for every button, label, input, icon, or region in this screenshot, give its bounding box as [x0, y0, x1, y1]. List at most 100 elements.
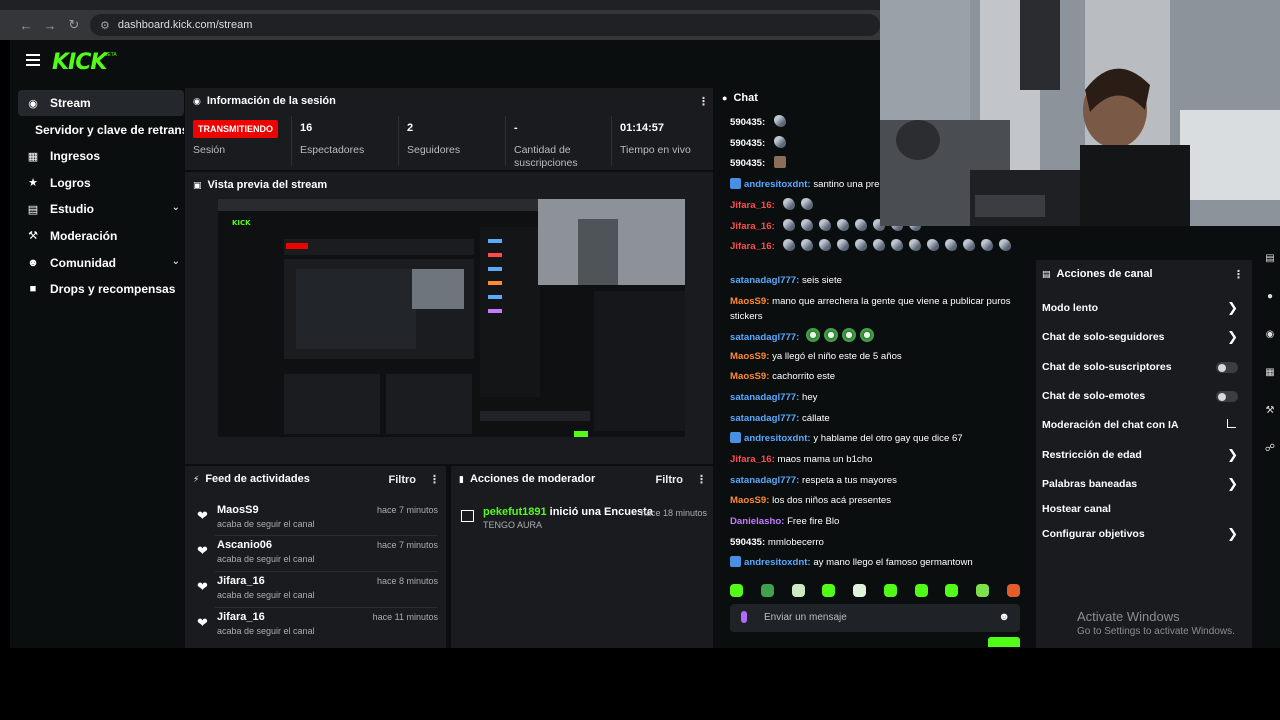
- sidebar-item-stream[interactable]: ◉ Stream: [18, 90, 184, 116]
- chat-username[interactable]: 590435:: [730, 537, 765, 548]
- chat-username[interactable]: andresitoxdnt:: [744, 179, 811, 190]
- layers-icon[interactable]: ▦: [1264, 367, 1276, 379]
- action-label: Modo lento: [1042, 302, 1098, 314]
- mod-user[interactable]: pekefut1891: [483, 506, 547, 518]
- follower-name[interactable]: Ascanio06: [217, 539, 272, 551]
- channel-icon: ▤: [1042, 268, 1051, 279]
- menu-icon[interactable]: [26, 54, 40, 66]
- page-icon[interactable]: ▤: [1264, 253, 1276, 265]
- emotes-only-toggle[interactable]: [1216, 391, 1238, 402]
- panel-title: Chat: [733, 92, 758, 104]
- wrench-icon: ⚒: [28, 230, 38, 243]
- chat-username[interactable]: Jifara_16:: [730, 200, 775, 211]
- sidebar-item-estudio[interactable]: ▤ Estudio ⌄: [18, 196, 184, 222]
- subscribers-only-toggle[interactable]: [1216, 362, 1238, 373]
- chat-username[interactable]: Jifara_16:: [730, 221, 775, 232]
- chat-username[interactable]: satanadagl777:: [730, 332, 799, 343]
- chat-username[interactable]: satanadagl777:: [730, 475, 799, 486]
- sidebar-item-stream-key[interactable]: Servidor y clave de retransmisión: [18, 117, 184, 143]
- mod-filter-button[interactable]: Filtro: [656, 474, 684, 486]
- followers-only-item[interactable]: Chat de solo-seguidores ❯: [1042, 327, 1238, 347]
- activity-desc: acaba de seguir el canal: [217, 519, 315, 529]
- webcam-image: [880, 0, 1280, 226]
- sidebar-item-drops[interactable]: ■ Drops y recompensas: [18, 276, 184, 302]
- chat-username[interactable]: Jifara_16:: [730, 454, 775, 465]
- divider: [611, 116, 612, 166]
- sidebar-item-moderacion[interactable]: ⚒ Moderación: [18, 223, 184, 249]
- kick-logo[interactable]: KICK: [52, 50, 107, 75]
- follower-name[interactable]: MaosS9: [217, 504, 259, 516]
- chat-input[interactable]: Enviar un mensaje ☻: [730, 604, 1020, 632]
- panel-header: ▣ Vista previa del stream: [193, 179, 327, 191]
- divider: [505, 116, 506, 166]
- chat-username[interactable]: Jifara_16:: [730, 241, 775, 252]
- emote-button[interactable]: [853, 584, 867, 597]
- shield-icon: ▮: [459, 473, 464, 484]
- emote-button[interactable]: [791, 584, 805, 597]
- emote-button[interactable]: [945, 584, 959, 597]
- chat-username[interactable]: Danielasho:: [730, 516, 784, 527]
- timestamp: hace 7 minutos: [376, 505, 438, 515]
- emote-button[interactable]: [730, 584, 743, 597]
- chat-username[interactable]: andresitoxdnt:: [744, 433, 811, 444]
- stat-label: Seguidores: [407, 144, 461, 156]
- back-icon[interactable]: ←: [14, 13, 38, 37]
- list-item: ❤ MaosS9 acaba de seguir el canal hace 7…: [193, 502, 438, 536]
- sidebar-item-comunidad[interactable]: ☻ Comunidad ⌄: [18, 250, 184, 276]
- sidebar-item-ingresos[interactable]: ▦ Ingresos: [18, 143, 184, 169]
- emote-button[interactable]: [976, 584, 990, 597]
- broadcast-icon[interactable]: ◉: [1264, 329, 1276, 341]
- more-options-icon[interactable]: ⋮: [698, 95, 709, 108]
- chat-username[interactable]: andresitoxdnt:: [744, 557, 811, 568]
- more-options-icon[interactable]: ⋮: [1233, 268, 1244, 281]
- timestamp: hace 7 minutos: [376, 540, 438, 550]
- send-button[interactable]: [988, 637, 1020, 647]
- chat-username[interactable]: MaosS9:: [730, 371, 769, 382]
- emoji-icon[interactable]: ☻: [998, 611, 1010, 623]
- reload-icon[interactable]: ↻: [62, 13, 86, 37]
- forward-icon[interactable]: →: [38, 13, 62, 37]
- chat-username[interactable]: MaosS9:: [730, 296, 769, 307]
- chat-username[interactable]: 590435:: [730, 117, 765, 128]
- stream-preview-video[interactable]: KICK: [218, 199, 685, 437]
- follower-name[interactable]: Jifara_16: [217, 575, 265, 587]
- action-label: Chat de solo-seguidores: [1042, 331, 1165, 343]
- ai-moderation-item[interactable]: Moderación del chat con IA: [1042, 415, 1238, 435]
- more-options-icon[interactable]: ⋮: [429, 473, 440, 486]
- emote-button[interactable]: [760, 584, 774, 597]
- age-restriction-item[interactable]: Restricción de edad ❯: [1042, 445, 1238, 465]
- panel-title: Vista previa del stream: [207, 179, 328, 191]
- chat-username[interactable]: satanadagl777:: [730, 275, 799, 286]
- chat-username[interactable]: satanadagl777:: [730, 392, 799, 403]
- emote-button[interactable]: [1006, 584, 1020, 597]
- emote-button[interactable]: [822, 584, 836, 597]
- goals-item[interactable]: Configurar objetivos ❯: [1042, 524, 1238, 544]
- wrench-icon[interactable]: ⚒: [1264, 405, 1276, 417]
- follower-name[interactable]: Jifara_16: [217, 611, 265, 623]
- chat-username[interactable]: MaosS9:: [730, 351, 769, 362]
- chat-username[interactable]: 590435:: [730, 138, 765, 149]
- sidebar-item-logros[interactable]: ★ Logros: [18, 170, 184, 196]
- pigeon-emote-icon: [783, 219, 796, 231]
- chat-username[interactable]: 590435:: [730, 158, 765, 169]
- slow-mode-item[interactable]: Modo lento ❯: [1042, 298, 1238, 318]
- activity-desc: acaba de seguir el canal: [217, 590, 315, 600]
- broadcast-icon: ◉: [28, 97, 38, 110]
- chat-icon[interactable]: ●: [1264, 291, 1276, 303]
- emote-button[interactable]: [914, 584, 928, 597]
- panel-header: ▮ Acciones de moderador: [459, 473, 595, 485]
- emote-button[interactable]: [883, 584, 897, 597]
- feed-filter-button[interactable]: Filtro: [389, 474, 417, 486]
- connections-icon[interactable]: ☍: [1264, 443, 1276, 455]
- address-bar[interactable]: ⚙ dashboard.kick.com/stream: [90, 14, 880, 36]
- more-options-icon[interactable]: ⋮: [696, 473, 707, 486]
- microphone-icon[interactable]: [741, 611, 747, 623]
- chart-icon: ▦: [27, 150, 39, 163]
- chat-username[interactable]: MaosS9:: [730, 495, 769, 506]
- chat-placeholder: Enviar un mensaje: [764, 612, 847, 623]
- host-channel-item[interactable]: Hostear canal: [1042, 499, 1238, 519]
- banned-words-item[interactable]: Palabras baneadas ❯: [1042, 474, 1238, 494]
- chat-text: ay mano llego el famoso germantown: [813, 557, 973, 568]
- site-info-icon[interactable]: ⚙: [100, 19, 110, 32]
- chat-username[interactable]: satanadagl777:: [730, 413, 799, 424]
